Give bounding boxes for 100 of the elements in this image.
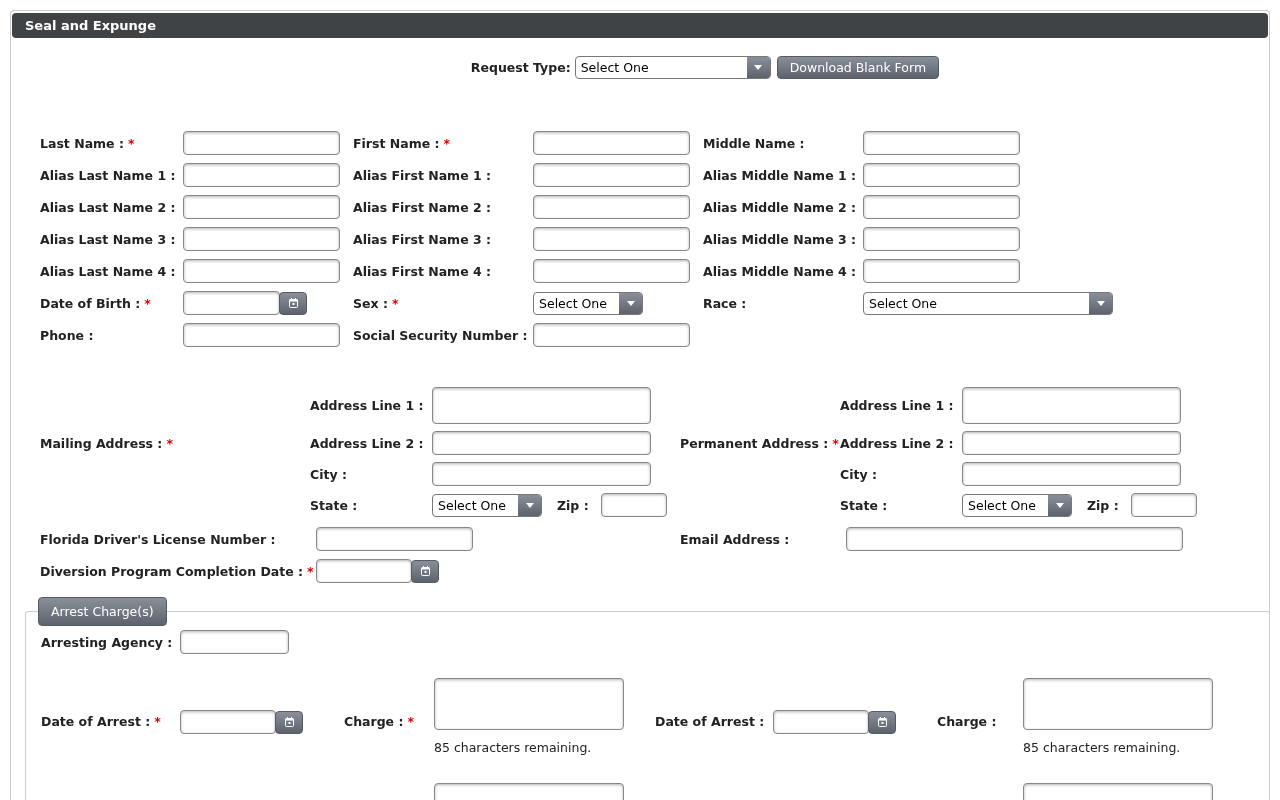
calendar-button[interactable] (275, 710, 303, 734)
text-field[interactable] (183, 227, 340, 251)
required-mark: * (307, 563, 314, 579)
text-field[interactable] (432, 431, 651, 455)
dropdown[interactable]: Select One (533, 291, 643, 315)
text-field[interactable] (183, 195, 340, 219)
text-field[interactable] (1131, 493, 1197, 517)
text-field[interactable] (432, 462, 651, 486)
field-label: Mailing Address : (40, 435, 163, 451)
calendar-button[interactable] (279, 291, 307, 315)
character-counter: 85 characters remaining. (434, 740, 593, 755)
caret-icon (626, 300, 635, 306)
required-mark: * (391, 295, 399, 311)
field-label: Alias First Name 3 : (353, 231, 492, 247)
text-field[interactable] (316, 559, 412, 583)
download-button[interactable]: Download Blank Form (776, 56, 940, 79)
required-mark: * (832, 435, 839, 451)
text-field[interactable] (180, 710, 276, 734)
field-label: Diversion Program Completion Date : (40, 563, 304, 579)
calendar-button[interactable] (411, 559, 439, 583)
calendar-icon (420, 566, 430, 576)
dropdown[interactable]: Select One (432, 493, 542, 517)
dropdown[interactable]: Select One (574, 56, 771, 79)
caret-icon (754, 65, 763, 70)
required-mark: * (443, 135, 451, 151)
text-field[interactable] (863, 227, 1020, 251)
text-field[interactable] (183, 259, 340, 283)
caret-icon (525, 502, 534, 508)
text-field[interactable] (962, 387, 1181, 424)
field-label: Alias Last Name 1 : (40, 167, 176, 183)
field-label: Social Security Number : (353, 327, 528, 343)
calendar-button[interactable] (868, 710, 896, 734)
dropdown[interactable]: Select One (863, 291, 1113, 315)
text-field[interactable] (863, 163, 1020, 187)
text-field[interactable] (183, 163, 340, 187)
field-label: Last Name : (40, 135, 124, 151)
text-field[interactable] (316, 527, 473, 551)
text-field[interactable] (863, 195, 1020, 219)
text-field[interactable] (601, 493, 667, 517)
text-field[interactable] (863, 131, 1020, 155)
field-label: Alias Middle Name 2 : (703, 199, 856, 215)
field-label: Date of Arrest : (41, 714, 151, 729)
text-field[interactable] (962, 431, 1181, 455)
calendar-icon (288, 298, 298, 308)
charge-field[interactable] (1023, 678, 1213, 730)
character-counter: 85 characters remaining. (1023, 740, 1182, 755)
field-label: Request Type: (470, 60, 571, 75)
field-label: Alias First Name 1 : (353, 167, 492, 183)
text-field[interactable] (533, 323, 690, 347)
field-label: Charge : (344, 714, 404, 729)
field-label: Phone : (40, 327, 94, 343)
section-tab[interactable]: Arrest Charge(s) (38, 597, 167, 626)
field-label: State : (310, 497, 358, 513)
field-label: Date of Arrest : (655, 714, 765, 729)
text-field[interactable] (863, 259, 1020, 283)
calendar-icon (284, 717, 294, 727)
text-field[interactable] (533, 163, 690, 187)
field-label: Address Line 2 : (310, 435, 424, 451)
field-label: Alias Middle Name 4 : (703, 263, 856, 279)
text-field[interactable] (432, 387, 651, 424)
caret-icon (1055, 502, 1064, 508)
field-label: Alias Middle Name 1 : (703, 167, 856, 183)
field-label: City : (840, 466, 877, 482)
text-field[interactable] (533, 131, 690, 155)
field-label: Alias First Name 4 : (353, 263, 492, 279)
caret-icon (1096, 300, 1105, 306)
field-label: Race : (703, 295, 747, 311)
text-field[interactable] (962, 462, 1181, 486)
required-mark: * (154, 714, 161, 729)
field-label: Alias Last Name 2 : (40, 199, 176, 215)
text-field[interactable] (183, 323, 340, 347)
field-label: Permanent Address : (680, 435, 829, 451)
required-mark: * (127, 135, 135, 151)
text-field[interactable] (773, 710, 869, 734)
required-mark: * (144, 295, 151, 311)
field-label: Florida Driver's License Number : (40, 531, 276, 547)
panel-title: Seal and Expunge (12, 13, 1268, 38)
field-label: Zip : (557, 497, 589, 513)
calendar-icon (877, 717, 887, 727)
text-field[interactable] (533, 259, 690, 283)
field-label: Charge : (937, 714, 997, 729)
text-field[interactable] (846, 527, 1183, 551)
text-field[interactable] (183, 291, 280, 315)
field-label: First Name : (353, 135, 440, 151)
field-label: Date of Birth : (40, 295, 141, 311)
field-label: Arresting Agency : (41, 634, 173, 650)
field-label: Address Line 2 : (840, 435, 954, 451)
field-label: Address Line 1 : (310, 398, 424, 413)
text-field[interactable] (533, 227, 690, 251)
text-field[interactable] (180, 630, 289, 654)
field-label: State : (840, 497, 888, 513)
field-label: Alias Last Name 4 : (40, 263, 176, 279)
field-label: Email Address : (680, 531, 790, 547)
required-mark: * (407, 714, 414, 729)
charge-field[interactable] (434, 678, 624, 730)
text-field[interactable] (533, 195, 690, 219)
required-mark: * (166, 435, 173, 451)
dropdown[interactable]: Select One (962, 493, 1072, 517)
text-field[interactable] (183, 131, 340, 155)
field-label: City : (310, 466, 347, 482)
